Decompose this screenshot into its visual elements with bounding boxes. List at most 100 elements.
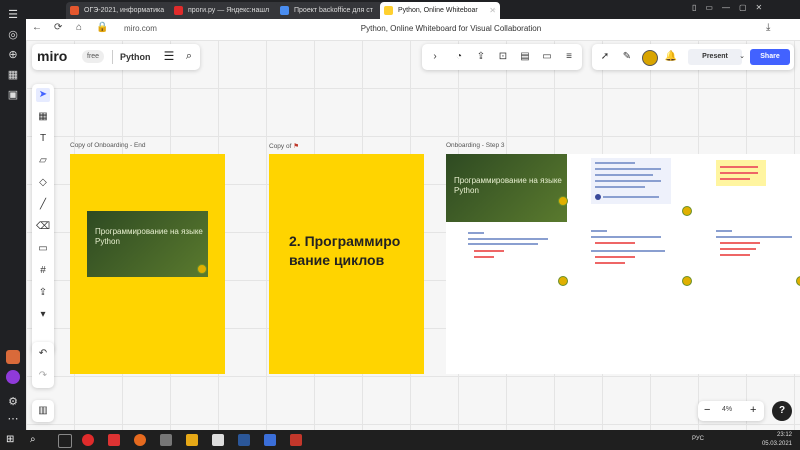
sticky-note[interactable] [716, 160, 766, 186]
share-button[interactable]: Share [750, 49, 790, 65]
powerpoint-icon[interactable] [290, 434, 302, 446]
chart-icon[interactable]: ▦ [6, 68, 20, 82]
firefox-icon[interactable] [134, 434, 146, 446]
text-line [595, 256, 635, 258]
url-field[interactable]: miro.com [124, 22, 244, 36]
browser-tab[interactable]: проги.ру — Яндекс:нашл [170, 2, 288, 19]
board-header: miro free Python ☰ ⌕ [32, 44, 200, 70]
text-line [716, 230, 732, 232]
frame-label-text: Copy of [269, 143, 292, 150]
text-line [591, 230, 607, 232]
frame-label[interactable]: Copy of ⚑ [269, 142, 299, 150]
frame-onboarding-end[interactable]: Программирование на языке Python [70, 154, 225, 374]
bell-icon[interactable]: 🔔 [664, 50, 678, 64]
text-line [720, 178, 750, 180]
chevron-down-icon[interactable]: ⌄ [735, 50, 749, 64]
text-tool-icon[interactable]: T [36, 132, 50, 146]
undo-icon[interactable]: ↶ [36, 347, 50, 361]
timer-icon[interactable]: ◔ [452, 50, 466, 64]
whiteboard-canvas[interactable]: miro free Python ☰ ⌕ › ◔ ⇪ ⊡ ▤ ▭ ≡ ➚ ✎ 🔔… [26, 40, 800, 430]
download-icon[interactable]: ⤓ [766, 22, 770, 33]
app-icon[interactable] [6, 350, 20, 364]
templates-icon[interactable]: ▦ [36, 110, 50, 124]
home-icon[interactable]: ⌂ [76, 22, 82, 33]
search-icon[interactable]: ⌕ [182, 49, 196, 63]
settings-icon[interactable]: ⚙ [6, 395, 20, 409]
zoom-level[interactable]: 4% [722, 406, 732, 413]
text-line [595, 242, 635, 244]
note-block[interactable] [591, 158, 671, 204]
upload-icon[interactable]: ⇪ [474, 50, 488, 64]
time: 23:12 [776, 432, 792, 438]
reaction-icon[interactable]: ✎ [620, 50, 634, 64]
present-button[interactable]: Present [688, 49, 742, 65]
yandex-browser-icon[interactable] [82, 434, 94, 446]
new-tab-button[interactable]: + [488, 2, 500, 19]
help-button[interactable]: ? [772, 401, 792, 421]
app-icon[interactable] [160, 434, 172, 446]
document-icon[interactable] [212, 434, 224, 446]
frames-icon[interactable]: ▥ [36, 404, 50, 418]
browser-tab-active[interactable]: Python, Online Whiteboar ✕ [380, 2, 500, 19]
text-line [595, 180, 661, 182]
reload-icon[interactable]: ⟳ [54, 22, 62, 33]
word-icon[interactable] [238, 434, 250, 446]
zoom-app-icon[interactable] [264, 434, 276, 446]
slide-thumbnail[interactable]: Программирование на языке Python [446, 154, 567, 222]
yandex-icon[interactable] [108, 434, 120, 446]
board-name[interactable]: Python [120, 50, 151, 64]
text-line [468, 232, 484, 234]
frame-copy[interactable]: 2. Программиро вание циклов [269, 154, 424, 374]
slide-thumbnail[interactable]: Программирование на языке Python [87, 211, 208, 277]
frame-heading: 2. Программиро вание циклов [289, 233, 401, 268]
assistant-icon[interactable] [6, 370, 20, 384]
more-icon[interactable]: ⋯ [6, 412, 20, 426]
miro-logo[interactable]: miro [37, 48, 67, 64]
window-controls[interactable]: ▯▭—▢✕ [692, 3, 771, 12]
plan-badge[interactable]: free [82, 50, 105, 63]
frame-tool-icon[interactable]: # [36, 264, 50, 278]
list-icon[interactable]: ≡ [562, 50, 576, 64]
capture-icon[interactable]: ⊡ [496, 50, 510, 64]
more-tools-icon[interactable]: ▾ [36, 308, 50, 322]
globe-icon[interactable]: ⊕ [6, 48, 20, 62]
back-icon[interactable]: ← [32, 22, 42, 33]
chevron-right-icon[interactable]: › [428, 50, 442, 64]
frame-onboarding-step3[interactable]: Программирование на языке Python [446, 154, 800, 374]
eraser-icon[interactable]: ⌫ [36, 220, 50, 234]
windows-start-icon[interactable]: ⊞ [6, 434, 18, 446]
pen-icon[interactable]: ╱ [36, 198, 50, 212]
text-line [716, 236, 792, 238]
frame-label[interactable]: Copy of Onboarding - End [70, 142, 146, 149]
text-block[interactable] [468, 232, 568, 272]
avatar[interactable] [642, 50, 658, 66]
language-indicator[interactable]: РУС [692, 436, 704, 442]
frame-label[interactable]: Onboarding - Step 3 [446, 142, 505, 149]
task-view-icon[interactable] [58, 434, 72, 448]
menu-icon[interactable]: ☰ [162, 49, 176, 63]
text-block[interactable] [591, 230, 671, 280]
shapes-icon[interactable]: ◇ [36, 176, 50, 190]
messenger-icon[interactable]: ◎ [6, 28, 20, 42]
tab-favicon-icon [384, 6, 393, 15]
zoom-in-icon[interactable]: + [750, 404, 756, 416]
board-icon[interactable]: ▤ [518, 50, 532, 64]
redo-icon[interactable]: ↷ [36, 369, 50, 383]
site-lock-icon[interactable]: 🔒 [96, 22, 108, 33]
comment-tool-icon[interactable]: ▭ [36, 242, 50, 256]
gamepad-icon[interactable]: ▣ [6, 88, 20, 102]
clock[interactable]: 23:12 05.03.2021 [762, 431, 792, 449]
zoom-out-icon[interactable]: − [704, 404, 710, 416]
cursor-icon[interactable]: ➚ [598, 50, 612, 64]
os-sidebar: ☰ ◎ ⊕ ▦ ▣ ⚙ ⋯ [0, 0, 26, 430]
comment-icon[interactable]: ▭ [540, 50, 554, 64]
folder-icon[interactable] [186, 434, 198, 446]
sticky-note-icon[interactable]: ▱ [36, 154, 50, 168]
browser-tab[interactable]: ОГЭ-2021, информатика [66, 2, 174, 19]
search-icon[interactable]: ⌕ [30, 434, 42, 446]
menu-icon[interactable]: ☰ [6, 8, 20, 22]
select-tool-icon[interactable]: ➤ [36, 88, 50, 102]
text-block[interactable] [716, 230, 796, 270]
upload-tool-icon[interactable]: ⇪ [36, 286, 50, 300]
browser-tab[interactable]: Проект backoffice для ст [276, 2, 394, 19]
